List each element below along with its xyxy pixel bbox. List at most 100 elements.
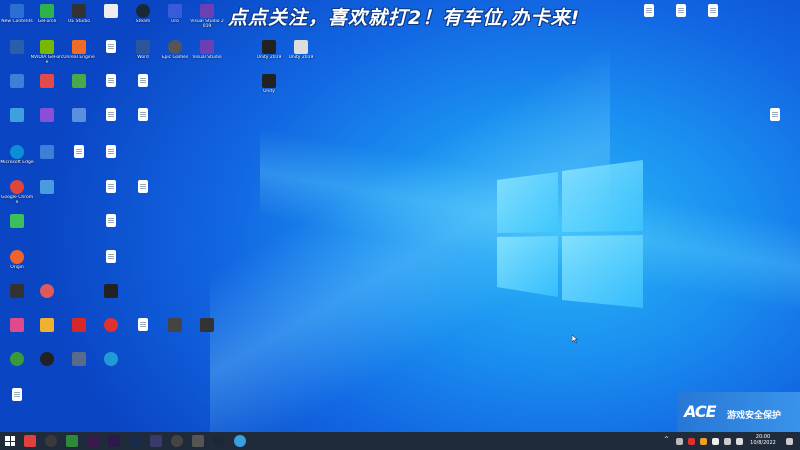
desktop-icon[interactable]: Visual Studio 2019 bbox=[190, 4, 224, 29]
desktop-icon[interactable]: New Contents bbox=[0, 4, 34, 24]
desktop-icon[interactable] bbox=[30, 284, 64, 299]
app-icon bbox=[72, 352, 86, 366]
app-icon bbox=[40, 318, 54, 332]
desktop-icon[interactable] bbox=[94, 74, 128, 88]
desktop-icon[interactable] bbox=[94, 108, 128, 122]
ace-logo: ACE bbox=[684, 402, 717, 421]
desktop-icon[interactable]: UE Studio bbox=[62, 4, 96, 24]
desktop-icon[interactable] bbox=[94, 352, 128, 367]
tray-icon[interactable] bbox=[688, 438, 695, 445]
tray-icon[interactable] bbox=[700, 438, 707, 445]
desktop-icon[interactable] bbox=[664, 4, 698, 18]
desktop-icon[interactable] bbox=[696, 4, 730, 18]
file-icon bbox=[138, 108, 148, 121]
notification-icon[interactable] bbox=[786, 438, 793, 445]
unity-icon bbox=[262, 40, 276, 54]
file-icon bbox=[708, 4, 718, 17]
taskbar-app-icon[interactable] bbox=[108, 435, 120, 447]
desktop-icon[interactable]: Google Chrome bbox=[0, 180, 34, 205]
desktop-icon[interactable] bbox=[190, 318, 224, 333]
app-icon bbox=[10, 352, 24, 366]
desktop-icon[interactable]: Microsoft Edge bbox=[0, 145, 34, 165]
desktop-icon[interactable] bbox=[62, 145, 96, 159]
mouse-cursor-icon bbox=[572, 335, 578, 343]
desktop-icon[interactable] bbox=[0, 214, 34, 229]
desktop-icon[interactable]: Steam bbox=[126, 4, 160, 24]
taskbar-app-icon[interactable] bbox=[171, 435, 183, 447]
start-button[interactable] bbox=[5, 436, 15, 446]
desktop-icon[interactable] bbox=[126, 108, 160, 122]
desktop-icon[interactable] bbox=[94, 145, 128, 159]
ace-protection-text: 游戏安全保护 bbox=[727, 411, 782, 421]
taskbar-app-icon[interactable] bbox=[150, 435, 162, 447]
desktop-icon[interactable] bbox=[62, 74, 96, 89]
app-icon bbox=[10, 284, 24, 298]
desktop-icon[interactable] bbox=[94, 40, 128, 54]
desktop-icon[interactable] bbox=[126, 74, 160, 88]
tray-icon[interactable] bbox=[736, 438, 743, 445]
desktop-icon[interactable] bbox=[0, 388, 34, 402]
taskbar-app-icon[interactable] bbox=[192, 435, 204, 447]
desktop-icon[interactable] bbox=[62, 108, 96, 123]
desktop-icon[interactable]: Unity bbox=[252, 74, 286, 94]
desktop-icon[interactable] bbox=[94, 250, 128, 264]
desktop-icon[interactable] bbox=[126, 318, 160, 332]
desktop-icon[interactable]: Epic Games bbox=[158, 40, 192, 60]
desktop-icon[interactable] bbox=[0, 352, 34, 367]
desktop-icon[interactable] bbox=[758, 108, 792, 122]
tray-icon[interactable] bbox=[724, 438, 731, 445]
taskbar-app-icon[interactable] bbox=[66, 435, 78, 447]
app-icon bbox=[10, 214, 24, 228]
desktop-icon[interactable]: Unity 2019 bbox=[284, 40, 318, 60]
app-icon bbox=[72, 40, 86, 54]
desktop-icon[interactable]: GeForce bbox=[30, 4, 64, 24]
desktop-icon[interactable] bbox=[30, 74, 64, 89]
origin-icon bbox=[10, 250, 24, 264]
desktop-icon[interactable] bbox=[62, 352, 96, 367]
desktop-icon[interactable]: Uro bbox=[158, 4, 192, 24]
xbox-icon[interactable] bbox=[45, 435, 57, 447]
desktop-icon[interactable] bbox=[0, 284, 34, 299]
desktop-icon[interactable] bbox=[0, 74, 34, 89]
desktop-icon[interactable] bbox=[62, 318, 96, 333]
desktop-icon[interactable] bbox=[0, 318, 34, 333]
desktop-icon[interactable] bbox=[126, 180, 160, 194]
app-icon bbox=[72, 318, 86, 332]
chevron-up-icon[interactable]: ^ bbox=[664, 436, 670, 448]
file-icon bbox=[106, 180, 116, 193]
desktop-icon[interactable] bbox=[30, 318, 64, 333]
desktop-icon[interactable] bbox=[94, 284, 128, 299]
taskbar-app-icon[interactable] bbox=[129, 435, 141, 447]
desktop-icon[interactable] bbox=[30, 180, 64, 195]
tray-icon[interactable] bbox=[712, 438, 719, 445]
word-icon bbox=[136, 40, 150, 54]
desktop-icon[interactable]: Unity 2019 bbox=[252, 40, 286, 60]
desktop-icon[interactable]: Origin bbox=[0, 250, 34, 270]
desktop-icon[interactable]: Unreal Engine bbox=[62, 40, 96, 60]
clock[interactable]: 20:00 10/8/2022 bbox=[748, 434, 778, 446]
desktop-icon[interactable] bbox=[158, 318, 192, 333]
steam-icon[interactable] bbox=[213, 435, 225, 447]
desktop-icon[interactable]: Visual Studio bbox=[190, 40, 224, 60]
desktop-icon[interactable] bbox=[30, 145, 64, 160]
desktop-icon[interactable] bbox=[30, 352, 64, 367]
unity-icon bbox=[294, 40, 308, 54]
app-icon bbox=[40, 145, 54, 159]
app-icon bbox=[72, 108, 86, 122]
tray-icon[interactable] bbox=[676, 438, 683, 445]
app-icon bbox=[40, 74, 54, 88]
desktop-icon[interactable] bbox=[0, 40, 34, 55]
desktop-icon[interactable] bbox=[94, 180, 128, 194]
desktop-icon[interactable] bbox=[94, 318, 128, 333]
desktop-icon[interactable] bbox=[94, 214, 128, 228]
taskbar-app-icon[interactable] bbox=[87, 435, 99, 447]
desktop-icon[interactable] bbox=[0, 108, 34, 123]
desktop-icon[interactable]: NVIDIA GeForce bbox=[30, 40, 64, 65]
desktop-icon[interactable] bbox=[94, 4, 128, 19]
desktop-icon[interactable] bbox=[632, 4, 666, 18]
app-icon bbox=[104, 284, 118, 298]
taskbar-app-icon[interactable] bbox=[24, 435, 36, 447]
desktop-icon[interactable] bbox=[30, 108, 64, 123]
desktop-icon[interactable]: Word bbox=[126, 40, 160, 60]
taskbar-app-icon[interactable] bbox=[234, 435, 246, 447]
